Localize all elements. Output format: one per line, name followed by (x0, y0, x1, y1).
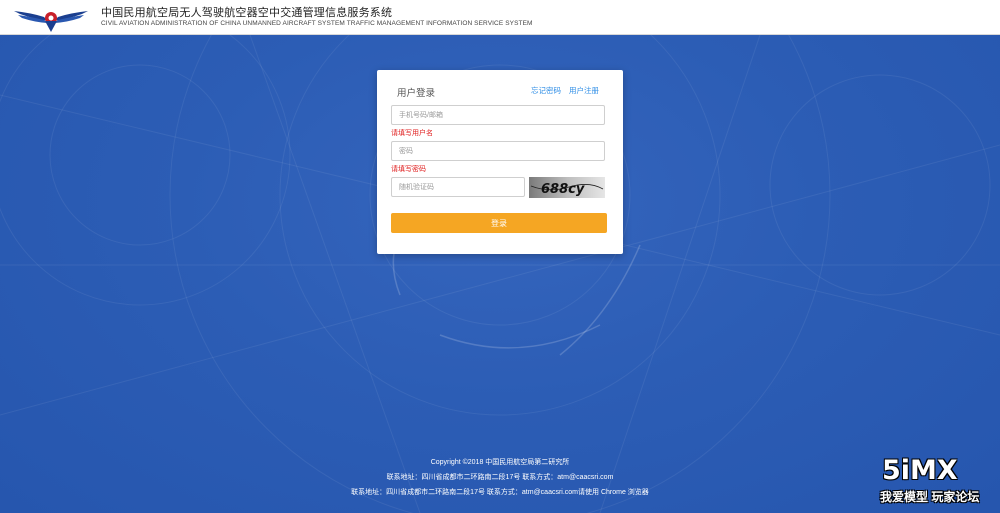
footer-contact-1: 联系地址：四川省成都市二环路南二段17号 联系方式：atm@caacsri.co… (386, 474, 614, 481)
system-title-en: CIVIL AVIATION ADMINISTRATION OF CHINA U… (101, 20, 533, 27)
caac-wings-logo-icon (14, 11, 88, 32)
watermark-logo: 5iMX (882, 455, 958, 486)
login-title: 用户登录 (397, 88, 436, 99)
system-title-cn: 中国民用航空局无人驾驶航空器空中交通管理信息服务系统 (101, 7, 393, 19)
watermark-subtitle: 我爱模型 玩家论坛 (880, 490, 980, 504)
footer-contact-2: 联系地址：四川省成都市二环路南二段17号 联系方式：atm@caacsri.co… (351, 489, 649, 496)
header-bar: 中国民用航空局无人驾驶航空器空中交通管理信息服务系统 CIVIL AVIATIO… (0, 0, 1000, 35)
password-error: 请填写密码 (391, 166, 426, 173)
watermark: 5iMX 我爱模型 玩家论坛 (875, 455, 995, 509)
login-card: 用户登录 忘记密码 用户注册 请填写用户名 请填写密码 688cy 登录 (377, 70, 623, 254)
login-button[interactable]: 登录 (391, 213, 607, 233)
captcha-input[interactable] (391, 177, 525, 197)
password-input[interactable] (391, 141, 605, 161)
footer-copyright: Copyright ©2018 中国民用航空局第二研究所 (430, 459, 570, 466)
username-input[interactable] (391, 105, 605, 125)
captcha-text: 688cy (541, 182, 585, 197)
forgot-password-link[interactable]: 忘记密码 (531, 85, 561, 96)
register-link[interactable]: 用户注册 (569, 85, 599, 96)
username-error: 请填写用户名 (391, 130, 433, 137)
captcha-image[interactable]: 688cy (529, 177, 605, 198)
